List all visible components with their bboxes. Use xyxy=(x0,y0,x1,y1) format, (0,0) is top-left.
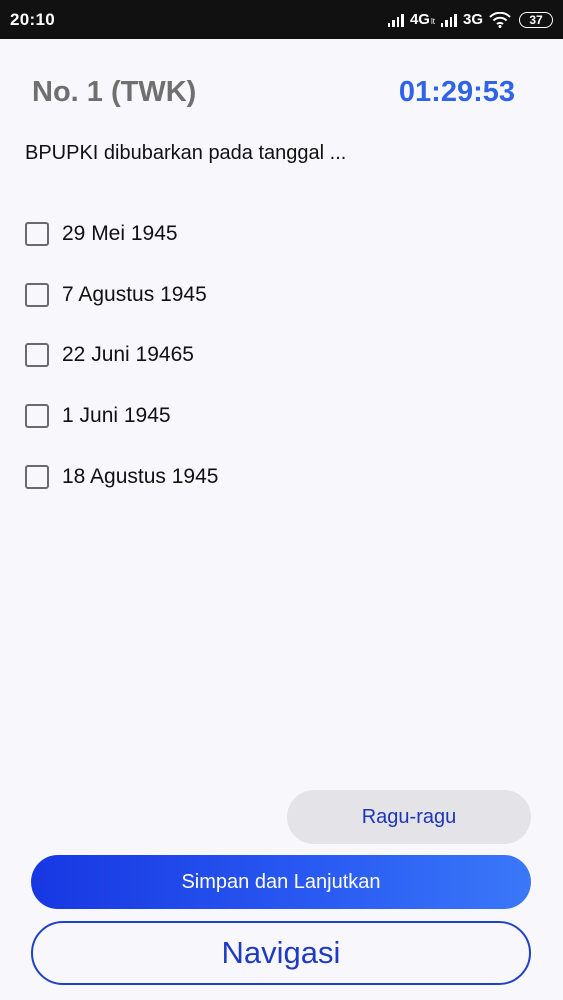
navigation-button[interactable]: Navigasi xyxy=(31,921,531,985)
checkbox-icon[interactable] xyxy=(25,282,49,307)
save-next-button[interactable]: Simpan dan Lanjutkan xyxy=(31,855,531,909)
checkbox-icon[interactable] xyxy=(25,222,49,246)
network-type-2: 3G xyxy=(462,11,483,28)
question-number: No. 1 (TWK) xyxy=(32,76,197,108)
option-label: 7 Agustus 1945 xyxy=(62,282,207,306)
status-bar: 20:10 4Glt 3G 37 xyxy=(0,0,563,39)
network-type-1: 4Glt xyxy=(409,11,435,28)
status-time: 20:10 xyxy=(10,9,55,29)
checkbox-icon[interactable] xyxy=(25,343,49,368)
signal-icon xyxy=(440,13,457,27)
wifi-icon xyxy=(489,11,511,28)
answer-option-4[interactable]: 1 Juni 1945 xyxy=(25,401,218,431)
doubt-button[interactable]: Ragu-ragu xyxy=(287,790,531,844)
option-label: 22 Juni 19465 xyxy=(62,343,194,367)
battery-icon: 37 xyxy=(519,11,553,28)
option-label: 29 Mei 1945 xyxy=(62,222,178,245)
signal-icon xyxy=(387,13,404,27)
option-label: 1 Juni 1945 xyxy=(62,404,171,428)
answer-option-1[interactable]: 29 Mei 1945 xyxy=(25,219,218,249)
answer-option-3[interactable]: 22 Juni 19465 xyxy=(25,340,218,370)
countdown-timer: 01:29:53 xyxy=(398,76,515,108)
question-text: BPUPKI dibubarkan pada tanggal ... xyxy=(25,142,347,164)
checkbox-icon[interactable] xyxy=(25,464,49,489)
question-header: No. 1 (TWK) 01:29:53 xyxy=(32,76,515,109)
status-icons: 4Glt 3G 37 xyxy=(387,11,553,28)
answer-options: 29 Mei 1945 7 Agustus 1945 22 Juni 19465… xyxy=(25,219,218,522)
option-label: 18 Agustus 1945 xyxy=(62,464,219,488)
answer-option-5[interactable]: 18 Agustus 1945 xyxy=(25,462,218,492)
checkbox-icon[interactable] xyxy=(25,404,49,429)
answer-option-2[interactable]: 7 Agustus 1945 xyxy=(25,280,218,310)
